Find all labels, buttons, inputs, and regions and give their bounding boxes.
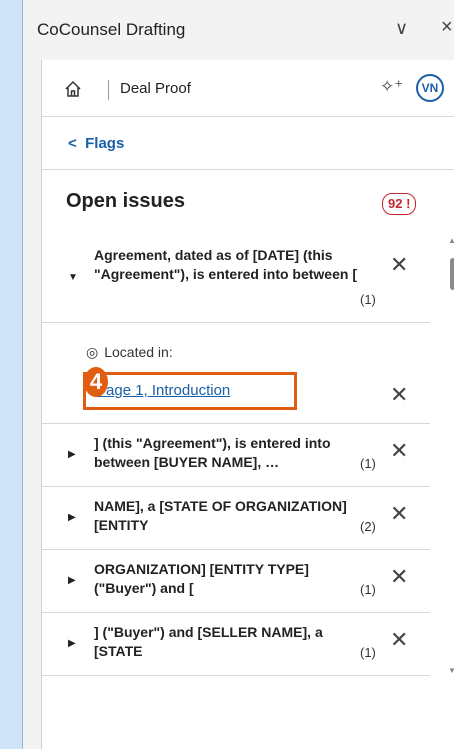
step-number-badge: 4 bbox=[84, 367, 108, 397]
issue-count: (1) bbox=[360, 582, 376, 597]
back-link-label: Flags bbox=[85, 135, 125, 152]
located-in-label: ◎ Located in: bbox=[86, 344, 173, 361]
scroll-up-arrow-icon[interactable]: ▲ bbox=[448, 236, 454, 245]
expand-caret-icon[interactable]: ▶ bbox=[68, 449, 76, 460]
annotation-highlight-box: 4 bbox=[83, 367, 297, 410]
subnav: < Flags bbox=[42, 117, 454, 170]
header-divider bbox=[108, 80, 109, 100]
issue-text: ] ("Buyer") and [SELLER NAME], a [STATE bbox=[94, 624, 323, 659]
expand-caret-icon[interactable]: ▼ bbox=[68, 272, 78, 283]
home-icon[interactable] bbox=[64, 80, 82, 98]
scroll-down-arrow-icon[interactable]: ▼ bbox=[448, 666, 454, 675]
window-title: CoCounsel Drafting bbox=[37, 20, 186, 39]
expand-caret-icon[interactable]: ▶ bbox=[68, 638, 76, 649]
drafting-pane: Deal Proof ✧⁺ VN < Flags Open issues 92 … bbox=[41, 60, 454, 749]
issue-row-3[interactable]: ▶ NAME], a [STATE OF ORGANIZATION] [ENTI… bbox=[42, 487, 430, 550]
back-to-flags-link[interactable]: < Flags bbox=[68, 135, 124, 152]
dismiss-issue-icon[interactable]: ✕ bbox=[390, 501, 408, 527]
dismiss-issue-icon[interactable]: ✕ bbox=[390, 438, 408, 464]
issue-text: ORGANIZATION] [ENTITY TYPE] ("Buyer") an… bbox=[94, 561, 309, 596]
issue-text: NAME], a [STATE OF ORGANIZATION] [ENTITY bbox=[94, 498, 347, 533]
issue-count: (1) bbox=[360, 645, 376, 660]
issue-count: (1) bbox=[360, 456, 376, 471]
cocounsel-window: CoCounsel Drafting ∨ × Deal Proof ✧⁺ VN … bbox=[22, 0, 454, 749]
expand-caret-icon[interactable]: ▶ bbox=[68, 512, 76, 523]
pane-header: Deal Proof ✧⁺ VN bbox=[42, 60, 454, 117]
avatar[interactable]: VN bbox=[416, 74, 444, 102]
issue-row-1[interactable]: ▼ Agreement, dated as of [DATE] (this "A… bbox=[42, 236, 430, 323]
expand-caret-icon[interactable]: ▶ bbox=[68, 575, 76, 586]
issue-count: (1) bbox=[360, 292, 376, 307]
issue-text: ] (this "Agreement"), is entered into be… bbox=[94, 435, 331, 470]
issues-count-badge: 92 ! bbox=[382, 193, 417, 215]
issue-count: (2) bbox=[360, 519, 376, 534]
issue-row-2[interactable]: ▶ ] (this "Agreement"), is entered into … bbox=[42, 424, 430, 487]
dismiss-issue-icon[interactable]: ✕ bbox=[390, 564, 408, 590]
location-pin-icon: ◎ bbox=[86, 344, 99, 360]
issue-text: Agreement, dated as of [DATE] (this "Agr… bbox=[94, 247, 357, 282]
open-issues-heading: Open issues bbox=[66, 190, 185, 212]
issue-row-5[interactable]: ▶ ] ("Buyer") and [SELLER NAME], a [STAT… bbox=[42, 613, 430, 676]
scrollbar[interactable]: ▲ ▼ bbox=[448, 236, 454, 678]
collapse-chevron-icon[interactable]: ∨ bbox=[395, 18, 408, 39]
dismiss-issue-icon[interactable]: ✕ bbox=[390, 627, 408, 653]
sparkle-icon[interactable]: ✧⁺ bbox=[380, 77, 403, 97]
located-in-text: Located in: bbox=[104, 344, 173, 360]
dismiss-issue-icon[interactable]: ✕ bbox=[390, 252, 408, 278]
dismiss-location-icon[interactable]: ✕ bbox=[390, 382, 408, 408]
issue-row-4[interactable]: ▶ ORGANIZATION] [ENTITY TYPE] ("Buyer") … bbox=[42, 550, 430, 613]
close-window-icon[interactable]: × bbox=[441, 16, 453, 39]
title-bar: CoCounsel Drafting ∨ × bbox=[23, 0, 454, 60]
document-title: Deal Proof bbox=[120, 80, 191, 97]
scroll-thumb[interactable] bbox=[450, 258, 454, 290]
